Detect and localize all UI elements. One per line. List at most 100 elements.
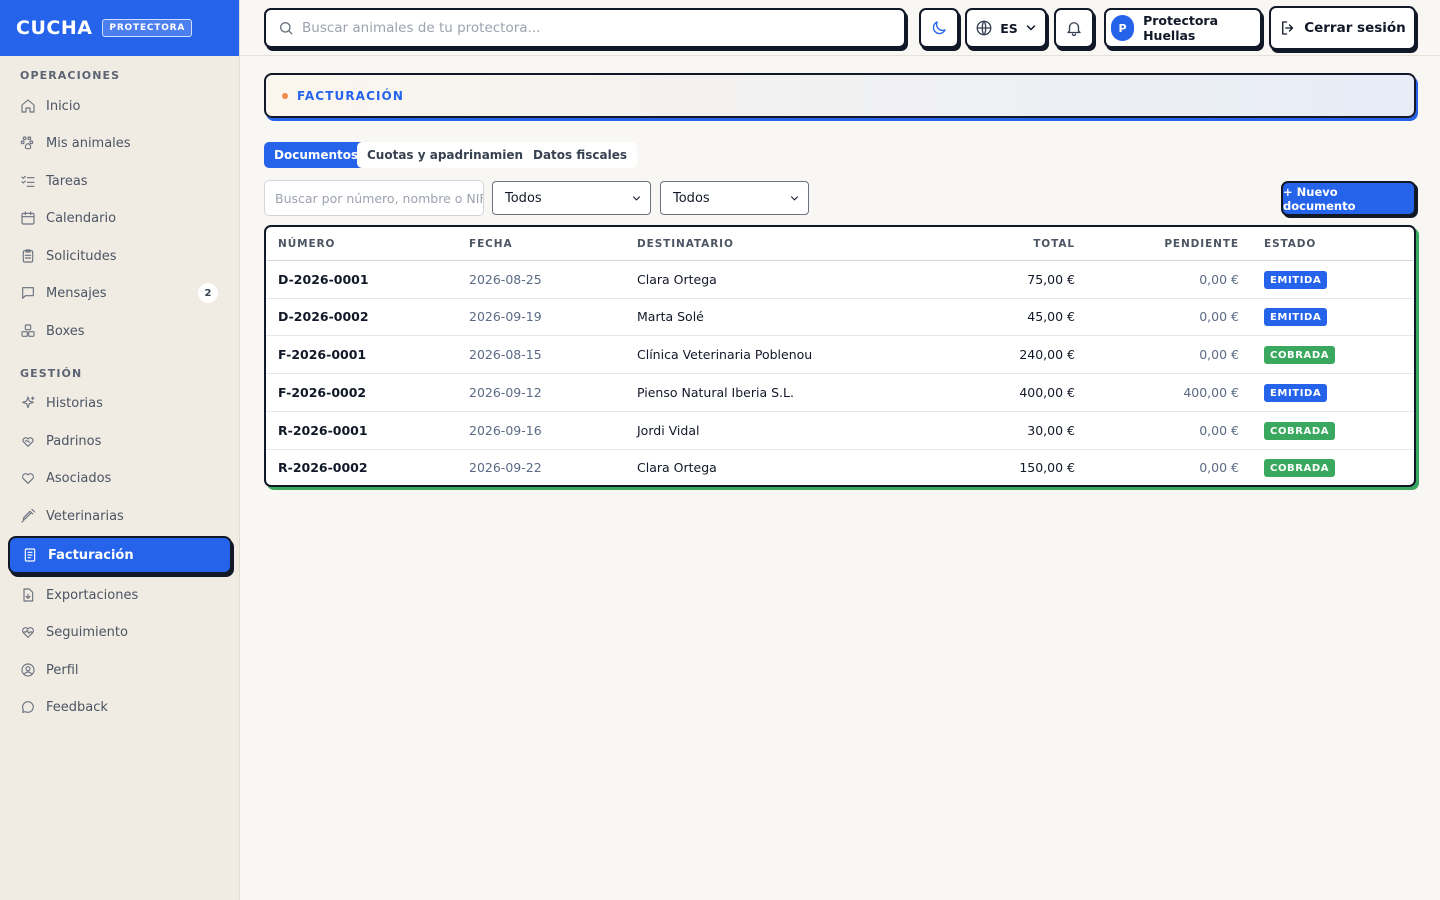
cell-destinatario: Clara Ortega: [637, 460, 717, 475]
column-header-total[interactable]: TOTAL: [1033, 238, 1075, 250]
sidebar-item-seguimiento[interactable]: Seguimiento: [8, 613, 232, 651]
sidebar-item-label: Boxes: [46, 323, 85, 339]
sidebar-item-exportaciones[interactable]: Exportaciones: [8, 576, 232, 614]
cell-pendiente: 0,00 €: [1199, 423, 1239, 438]
invoice-icon: [24, 548, 36, 562]
status-badge: COBRADA: [1264, 422, 1336, 440]
sidebar-item-mis-animales[interactable]: Mis animales: [8, 124, 232, 162]
type-filter-select[interactable]: Todos: [492, 181, 651, 215]
sidebar-item-label: Solicitudes: [46, 248, 117, 264]
logout-button[interactable]: Cerrar sesión: [1269, 6, 1416, 50]
status-badge: EMITIDA: [1264, 308, 1328, 326]
sidebar-item-veterinarias[interactable]: Veterinarias: [8, 497, 232, 535]
sidebar-item-inicio[interactable]: Inicio: [8, 87, 232, 125]
section-title-operaciones: OPERACIONES: [20, 69, 121, 82]
status-badge: COBRADA: [1264, 459, 1336, 477]
sparkle-icon: [22, 396, 35, 409]
column-header-pendiente[interactable]: PENDIENTE: [1164, 238, 1239, 250]
checklist-icon: [21, 175, 35, 187]
chevron-down-icon: [1026, 25, 1036, 31]
sidebar-item-boxes[interactable]: Boxes: [8, 312, 232, 350]
clipboard-icon: [22, 249, 34, 263]
logout-label: Cerrar sesión: [1304, 20, 1406, 36]
cell-destinatario: Jordi Vidal: [637, 423, 700, 438]
theme-toggle-button[interactable]: [919, 8, 959, 48]
document-search-input[interactable]: [264, 180, 484, 216]
new-document-button[interactable]: + Nuevo documento: [1281, 181, 1416, 216]
sidebar-item-label: Feedback: [46, 699, 108, 715]
cell-numero: D-2026-0002: [278, 309, 369, 324]
notifications-button[interactable]: [1054, 8, 1094, 48]
topbar: ES P Protectora Huellas Cerrar sesión: [240, 0, 1440, 56]
column-header-numero[interactable]: NÚMERO: [278, 238, 335, 250]
column-header-fecha[interactable]: FECHA: [469, 238, 512, 250]
status-badge: EMITIDA: [1264, 384, 1328, 402]
cell-pendiente: 0,00 €: [1199, 460, 1239, 475]
cell-destinatario: Clínica Veterinaria Poblenou: [637, 347, 813, 362]
cell-numero: D-2026-0001: [278, 272, 369, 287]
sidebar-item-historias[interactable]: Historias: [8, 384, 232, 422]
chevron-down-icon: [632, 195, 641, 201]
sidebar-item-padrinos[interactable]: Padrinos: [8, 422, 232, 460]
calendar-icon: [21, 211, 35, 225]
table-row[interactable]: R-2026-0001 2026-09-16 Jordi Vidal 30,00 € 0…: [266, 412, 1414, 450]
cell-fecha: 2026-09-22: [469, 460, 542, 475]
status-filter-select[interactable]: Todos: [660, 181, 809, 215]
global-search-input[interactable]: [302, 20, 904, 36]
cell-fecha: 2026-09-16: [469, 423, 542, 438]
sidebar-item-feedback[interactable]: Feedback: [8, 688, 232, 726]
cell-pendiente: 0,00 €: [1199, 309, 1239, 324]
tab-documentos[interactable]: Documentos: [264, 142, 369, 168]
sidebar-item-label: Inicio: [46, 98, 81, 114]
cell-total: 75,00 €: [1027, 272, 1075, 287]
brand[interactable]: CUCHA PROTECTORA: [0, 0, 239, 56]
sidebar-item-label: Seguimiento: [46, 624, 128, 640]
sidebar-item-mensajes[interactable]: Mensajes 2: [8, 274, 232, 312]
sidebar-item-label: Asociados: [46, 470, 112, 486]
boxes-icon: [21, 324, 35, 337]
cell-numero: R-2026-0002: [278, 460, 368, 475]
cell-fecha: 2026-09-12: [469, 385, 542, 400]
sidebar-item-label: Mis animales: [46, 135, 131, 151]
sidebar-item-label: Mensajes: [46, 285, 107, 301]
paw-icon: [20, 136, 34, 150]
app-name: CUCHA: [16, 17, 93, 39]
status-filter-value: Todos: [673, 190, 710, 206]
column-header-destinatario[interactable]: DESTINATARIO: [637, 238, 734, 250]
sidebar-item-label: Historias: [46, 395, 103, 411]
column-header-estado[interactable]: ESTADO: [1264, 238, 1316, 250]
table-row[interactable]: D-2026-0001 2026-08-25 Clara Ortega 75,00 €…: [266, 261, 1414, 299]
bell-icon: [1067, 22, 1081, 37]
sidebar-item-label: Veterinarias: [46, 508, 124, 524]
table-row[interactable]: D-2026-0002 2026-09-19 Marta Solé 45,00 € 0,…: [266, 298, 1414, 336]
page-title: FACTURACIÓN: [297, 88, 404, 103]
sidebar-item-calendario[interactable]: Calendario: [8, 199, 232, 237]
sidebar-item-solicitudes[interactable]: Solicitudes: [8, 237, 232, 275]
table-row[interactable]: F-2026-0001 2026-08-15 Clínica Veterinaria…: [266, 336, 1414, 374]
user-menu-button[interactable]: P Protectora Huellas: [1104, 8, 1262, 48]
home-icon: [21, 99, 35, 113]
cell-numero: F-2026-0001: [278, 347, 367, 362]
language-selector[interactable]: ES: [965, 8, 1047, 48]
language-code: ES: [1000, 20, 1018, 36]
heart-pulse-icon: [22, 627, 34, 638]
cell-pendiente: 400,00 €: [1183, 385, 1239, 400]
sidebar-item-facturacion[interactable]: Facturación: [8, 536, 232, 574]
cell-total: 400,00 €: [1019, 385, 1075, 400]
cell-total: 150,00 €: [1019, 460, 1075, 475]
documents-table: NÚMERO FECHA DESTINATARIO TOTAL PENDIENT…: [264, 225, 1416, 487]
message-icon: [22, 287, 34, 299]
tab-datos-fiscales[interactable]: Datos fiscales: [523, 142, 638, 168]
global-search[interactable]: [264, 8, 906, 48]
table-row[interactable]: F-2026-0002 2026-09-12 Pienso Natural Iber…: [266, 374, 1414, 412]
sidebar-item-tareas[interactable]: Tareas: [8, 162, 232, 200]
sidebar-item-perfil[interactable]: Perfil: [8, 651, 232, 689]
sidebar-item-label: Perfil: [46, 662, 79, 678]
table-row[interactable]: R-2026-0002 2026-09-22 Clara Ortega 150,00 …: [266, 449, 1414, 485]
search-icon: [280, 22, 293, 35]
heart-icon: [22, 473, 34, 484]
sidebar-item-asociados[interactable]: Asociados: [8, 459, 232, 497]
syringe-icon: [21, 508, 36, 523]
page-header: FACTURACIÓN: [264, 73, 1416, 118]
cell-destinatario: Pienso Natural Iberia S.L.: [637, 385, 794, 400]
